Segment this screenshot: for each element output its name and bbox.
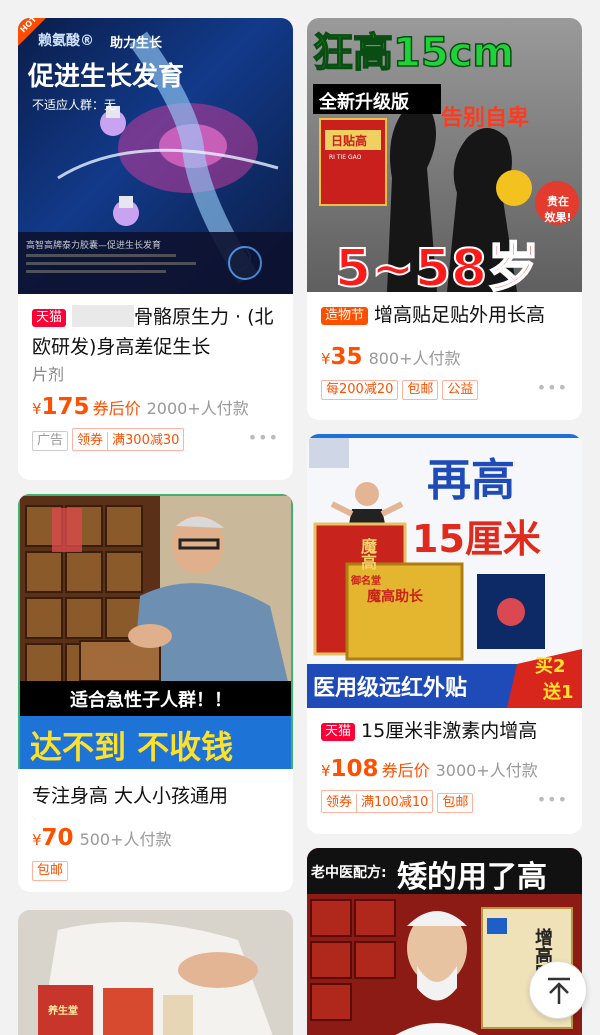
price-row: ¥175 券后价 2000+人付款 <box>32 394 249 420</box>
product-card[interactable]: HOT 赖氨酸® 助力生长 促进生长发育 不适应人群：无 高智高牌泰力胶囊—促进… <box>18 18 293 480</box>
product-card[interactable]: 再高 15厘米 魔高助长 御名堂 魔高 医用级远红外贴 买2 送1 天猫 15厘米… <box>307 434 582 834</box>
price-row: ¥35 800+人付款 <box>321 344 461 370</box>
product-title[interactable]: 天猫 骨骼原生力 · (北欧研发)身高差促生长 <box>32 302 279 362</box>
subline-text: 不适应人群：无 <box>32 98 117 112</box>
image-footer: 高智高牌泰力胶囊—促进生长发育 <box>18 232 293 294</box>
price: 35 <box>330 344 363 370</box>
product-image[interactable]: HOT 赖氨酸® 助力生长 促进生长发育 不适应人群：无 高智高牌泰力胶囊—促进… <box>18 18 293 294</box>
tmall-badge: 天猫 <box>321 723 356 741</box>
tagline-text: 助力生长 <box>110 36 163 51</box>
coupon-tag[interactable]: 领券 满300减30 <box>72 428 185 451</box>
product-card[interactable]: 狂高15cm 全新升级版 告别自卑 日贴高 RI TIE GAO 贵在效果! 5… <box>307 18 582 420</box>
product-title[interactable]: 天猫 15厘米非激素内增高 <box>321 716 568 746</box>
product-info: 专注身高 大人小孩通用 ¥70 500+人付款 包邮 <box>18 769 293 883</box>
more-options-icon[interactable]: ••• <box>537 378 568 397</box>
product-card[interactable]: 适合急性子人群！！ 达不到 不收钱 专注身高 大人小孩通用 ¥70 500+人付款… <box>18 494 293 892</box>
more-options-icon[interactable]: ••• <box>537 790 568 809</box>
sold-count: 3000+人付款 <box>435 761 538 780</box>
tag-row: 广告 领券 满300减30 ••• <box>32 428 279 452</box>
promo-text-2: 送1 <box>543 682 574 703</box>
discount-tag: 每200减20 <box>321 380 399 400</box>
promise-banner: 达不到 不收钱 <box>20 716 291 769</box>
price-row: ¥70 500+人付款 <box>32 825 172 851</box>
box-side-text: 魔高 <box>358 538 377 570</box>
product-info: 造物节 增高贴足贴外用长高 ¥35 800+人付款 每200减20 包邮 公益 ••• <box>307 292 582 402</box>
pixelated-redaction <box>309 438 349 468</box>
tag-row: 领券 满100减10 包邮 ••• <box>321 790 568 814</box>
product-card[interactable]: 养生堂 <box>18 910 293 1035</box>
free-shipping-tag: 包邮 <box>437 793 474 813</box>
free-shipping-tag: 包邮 <box>402 380 439 400</box>
arrow-up-to-top-icon <box>548 977 570 1004</box>
brand-text: 赖氨酸® <box>38 33 94 49</box>
ribbon-text: 全新升级版 <box>319 92 409 113</box>
tag-row: 包邮 <box>32 859 279 883</box>
headline-text: 矮的用了高 <box>397 860 547 895</box>
caption-bar: 适合急性子人群！！ <box>20 681 291 716</box>
ad-tag: 广告 <box>32 431 69 451</box>
festival-badge: 造物节 <box>321 307 369 325</box>
product-image[interactable]: 适合急性子人群！！ 达不到 不收钱 <box>18 494 293 769</box>
promise-text: 达不到 不收钱 <box>30 728 234 766</box>
product-image[interactable]: 狂高15cm 全新升级版 告别自卑 日贴高 RI TIE GAO 贵在效果! 5… <box>307 18 582 292</box>
caption-text: 适合急性子人群！！ <box>70 690 232 711</box>
product-spec: 片剂 <box>32 365 65 384</box>
coupon-tag[interactable]: 领券 满100减10 <box>321 790 434 813</box>
ages-text: 5~58岁 <box>334 238 540 292</box>
tmall-badge: 天猫 <box>32 309 67 327</box>
sold-count: 800+人付款 <box>368 349 461 368</box>
price-row: ¥108 券后价 3000+人付款 <box>321 756 538 782</box>
product-image[interactable]: 养生堂 <box>18 910 293 1035</box>
product-image[interactable]: 再高 15厘米 魔高助长 御名堂 魔高 医用级远红外贴 买2 送1 <box>307 434 582 708</box>
back-to-top-button[interactable] <box>529 961 587 1019</box>
price: 70 <box>41 825 74 851</box>
headline-text: 狂高15cm <box>312 29 515 77</box>
box-brand: 御名堂 <box>351 576 381 587</box>
seal-text: 贵在效果! <box>544 195 572 224</box>
headline-text-2: 15厘米 <box>412 517 541 561</box>
free-shipping-tag: 包邮 <box>32 861 69 881</box>
promo-text-1: 买2 <box>535 656 566 677</box>
pixelated-redaction <box>72 305 135 327</box>
more-options-icon[interactable]: ••• <box>248 428 279 447</box>
box-title: 魔高助长 <box>367 589 423 605</box>
price: 108 <box>330 756 379 782</box>
prefix-text: 老中医配方: <box>311 865 387 881</box>
sold-count: 2000+人付款 <box>146 399 249 418</box>
sold-count: 500+人付款 <box>79 830 172 849</box>
price: 175 <box>41 394 90 420</box>
product-info: 天猫 骨骼原生力 · (北欧研发)身高差促生长 片剂 ¥175 券后价 2000+人付… <box>18 294 293 452</box>
headline-text: 促进生长发育 <box>28 62 185 92</box>
product-box: 日贴高 RI TIE GAO <box>319 118 387 206</box>
product-title[interactable]: 专注身高 大人小孩通用 <box>32 781 279 811</box>
product-title[interactable]: 造物节 增高贴足贴外用长高 <box>321 300 568 330</box>
headline-text: 再高 <box>427 455 515 506</box>
after-coupon-label: 券后价 <box>92 399 141 418</box>
after-coupon-label: 券后价 <box>381 761 430 780</box>
tag-row: 每200减20 包邮 公益 ••• <box>321 378 568 402</box>
banner-text: 医用级远红外贴 <box>313 676 468 701</box>
product-info: 天猫 15厘米非激素内增高 ¥108 券后价 3000+人付款 领券 满100减10 包邮… <box>307 708 582 814</box>
box-label: 养生堂 <box>48 1006 78 1017</box>
pixelated-redaction <box>52 508 82 552</box>
slogan-text: 告别自卑 <box>441 106 530 131</box>
charity-tag: 公益 <box>442 380 479 400</box>
